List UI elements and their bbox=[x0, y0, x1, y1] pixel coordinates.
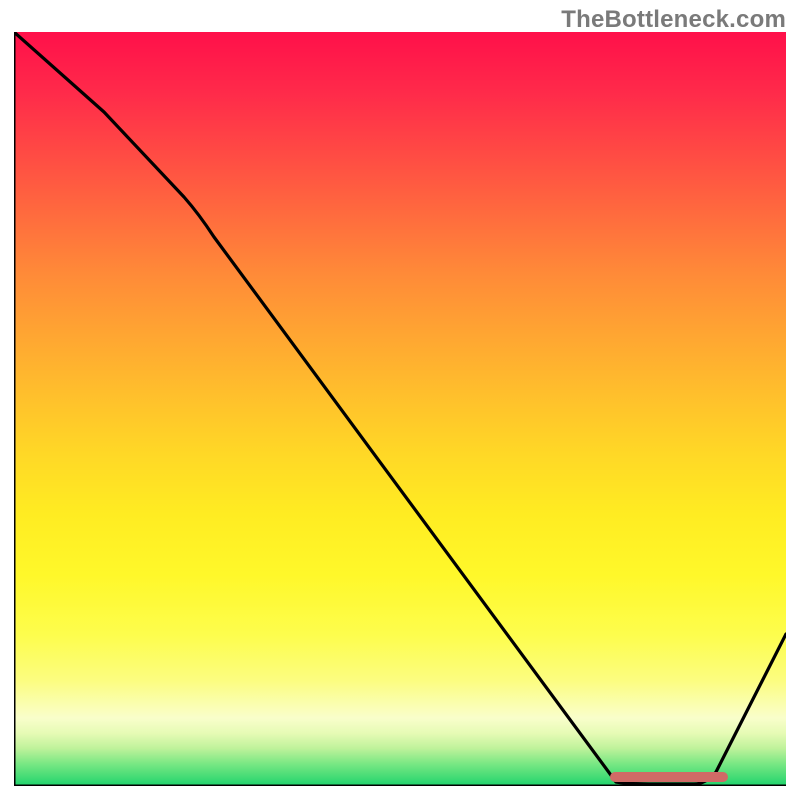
watermark-text: TheBottleneck.com bbox=[561, 6, 786, 34]
plot-background-gradient bbox=[14, 32, 786, 786]
chart-container: TheBottleneck.com bbox=[0, 0, 800, 800]
optimal-range-marker bbox=[610, 772, 728, 782]
